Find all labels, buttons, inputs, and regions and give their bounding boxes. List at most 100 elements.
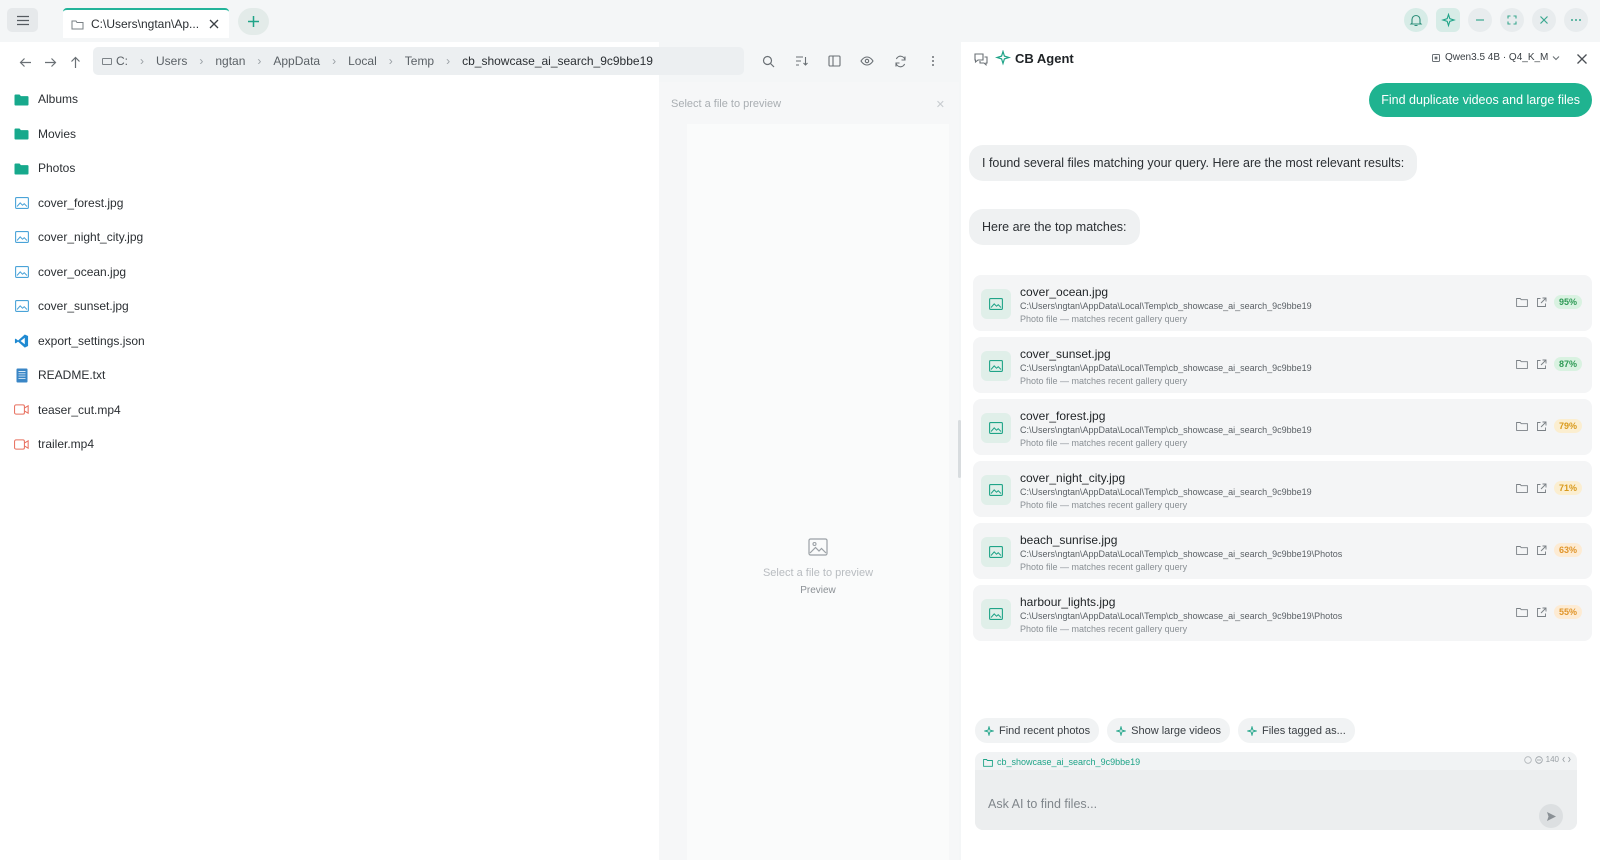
external-link-icon[interactable]	[1535, 296, 1548, 309]
ai-assistant-toggle[interactable]	[1436, 8, 1460, 32]
refresh-icon[interactable]	[892, 53, 908, 69]
sort-icon[interactable]	[793, 53, 809, 69]
file-row-cover-sunset[interactable]: cover_sunset.jpg	[0, 289, 659, 324]
file-row-export-settings[interactable]: export_settings.json	[0, 324, 659, 359]
file-name: cover_ocean.jpg	[38, 264, 127, 279]
result-description: Photo file — matches recent gallery quer…	[1020, 562, 1188, 572]
maximize-button[interactable]	[1500, 8, 1524, 32]
breadcrumb-item[interactable]: Users	[156, 54, 187, 68]
menu-button[interactable]	[7, 8, 38, 32]
suggestion-chips: Find recent photos Show large videos Fil…	[975, 718, 1355, 743]
result-name: cover_ocean.jpg	[1020, 285, 1109, 299]
chat-history-icon[interactable]	[973, 51, 989, 67]
breadcrumb-item[interactable]: Local	[348, 54, 377, 68]
up-arrow-icon[interactable]	[67, 54, 83, 70]
folder-icon	[14, 92, 29, 107]
file-name: README.txt	[38, 368, 106, 383]
result-description: Photo file — matches recent gallery quer…	[1020, 376, 1188, 386]
plus-icon	[248, 16, 259, 27]
open-folder-icon[interactable]	[1516, 606, 1529, 619]
result-card[interactable]: cover_sunset.jpg C:\Users\ngtan\AppData\…	[973, 337, 1592, 393]
result-path: C:\Users\ngtan\AppData\Local\Temp\cb_sho…	[1020, 363, 1312, 373]
file-row-photos[interactable]: Photos	[0, 151, 659, 186]
result-path: C:\Users\ngtan\AppData\Local\Temp\cb_sho…	[1020, 425, 1312, 435]
file-row-albums[interactable]: Albums	[0, 82, 659, 117]
breadcrumb-item[interactable]: Temp	[405, 54, 434, 68]
suggestion-chip[interactable]: Find recent photos	[975, 718, 1100, 743]
window-controls	[1404, 8, 1588, 32]
file-list: Albums Movies Photos cover_forest.jpg co…	[0, 82, 659, 462]
more-vertical-icon[interactable]	[925, 53, 941, 69]
file-row-movies[interactable]: Movies	[0, 117, 659, 152]
open-folder-icon[interactable]	[1516, 544, 1529, 557]
layout-panel-icon[interactable]	[826, 53, 842, 69]
result-card[interactable]: cover_forest.jpg C:\Users\ngtan\AppData\…	[973, 399, 1592, 455]
close-agent-icon[interactable]	[1574, 51, 1590, 67]
result-card[interactable]: cover_night_city.jpg C:\Users\ngtan\AppD…	[973, 461, 1592, 517]
file-row-cover-night-city[interactable]: cover_night_city.jpg	[0, 220, 659, 255]
open-folder-icon[interactable]	[1516, 358, 1529, 371]
code-icon	[1562, 756, 1571, 763]
file-name: Albums	[38, 92, 79, 107]
close-tab-icon[interactable]	[207, 17, 221, 31]
file-name: cover_night_city.jpg	[38, 230, 144, 245]
file-name: Movies	[38, 126, 77, 141]
file-row-trailer[interactable]: trailer.mp4	[0, 427, 659, 462]
file-name: cover_sunset.jpg	[38, 299, 129, 314]
result-card[interactable]: beach_sunrise.jpg C:\Users\ngtan\AppData…	[973, 523, 1592, 579]
file-name: cover_forest.jpg	[38, 195, 124, 210]
open-folder-icon[interactable]	[1516, 482, 1529, 495]
suggestion-chip[interactable]: Show large videos	[1107, 718, 1231, 743]
model-selector[interactable]: Qwen3.5 4B · Q4_K_M	[1431, 52, 1560, 63]
navigation-bar: C: › Users › ngtan › AppData › Local › T…	[0, 42, 960, 82]
result-actions: 79%	[1516, 419, 1582, 433]
breadcrumb-separator: ›	[388, 54, 393, 68]
breadcrumb[interactable]: C: › Users › ngtan › AppData › Local › T…	[93, 47, 744, 75]
token-count: 140	[1545, 755, 1559, 764]
result-card[interactable]: cover_ocean.jpg C:\Users\ngtan\AppData\L…	[973, 275, 1592, 331]
external-link-icon[interactable]	[1535, 544, 1548, 557]
maximize-icon	[1507, 15, 1517, 25]
file-row-cover-forest[interactable]: cover_forest.jpg	[0, 186, 659, 221]
breadcrumb-separator: ›	[446, 54, 451, 68]
send-button[interactable]	[1539, 804, 1563, 828]
open-folder-icon[interactable]	[1516, 420, 1529, 433]
search-results: cover_ocean.jpg C:\Users\ngtan\AppData\L…	[973, 275, 1592, 647]
result-thumbnail	[981, 475, 1011, 505]
external-link-icon[interactable]	[1535, 420, 1548, 433]
close-preview-icon[interactable]: ✕	[936, 98, 945, 111]
open-folder-icon[interactable]	[1516, 296, 1529, 309]
external-link-icon[interactable]	[1535, 482, 1548, 495]
file-row-cover-ocean[interactable]: cover_ocean.jpg	[0, 255, 659, 290]
external-link-icon[interactable]	[1535, 606, 1548, 619]
result-card[interactable]: harbour_lights.jpg C:\Users\ngtan\AppDat…	[973, 585, 1592, 641]
file-row-teaser-cut[interactable]: teaser_cut.mp4	[0, 393, 659, 428]
notifications-button[interactable]	[1404, 8, 1428, 32]
suggestion-chip[interactable]: Files tagged as...	[1238, 718, 1355, 743]
match-score-badge: 71%	[1553, 481, 1582, 495]
chat-input[interactable]	[975, 770, 1577, 830]
more-options-button[interactable]	[1564, 8, 1588, 32]
breadcrumb-item[interactable]: ngtan	[215, 54, 245, 68]
vscode-icon	[14, 333, 29, 348]
result-thumbnail	[981, 599, 1011, 629]
close-window-button[interactable]	[1532, 8, 1556, 32]
external-link-icon[interactable]	[1535, 358, 1548, 371]
new-tab-button[interactable]	[238, 8, 269, 35]
file-row-readme[interactable]: README.txt	[0, 358, 659, 393]
breadcrumb-item[interactable]: AppData	[273, 54, 320, 68]
result-name: cover_sunset.jpg	[1020, 347, 1111, 361]
back-arrow-icon[interactable]	[17, 54, 33, 70]
eye-icon[interactable]	[859, 53, 875, 69]
bell-icon	[1409, 14, 1423, 27]
token-icon	[1534, 755, 1543, 764]
match-score-badge: 55%	[1553, 605, 1582, 619]
breadcrumb-item[interactable]: C:	[116, 54, 128, 68]
minimize-icon	[1476, 19, 1484, 21]
minimize-button[interactable]	[1468, 8, 1492, 32]
context-folder[interactable]: cb_showcase_ai_search_9c9bbe19	[997, 757, 1140, 767]
search-icon[interactable]	[760, 53, 776, 69]
forward-arrow-icon[interactable]	[42, 54, 58, 70]
breadcrumb-current[interactable]: cb_showcase_ai_search_9c9bbe19	[462, 54, 653, 68]
tab-current-folder[interactable]: C:\Users\ngtan\Ap...	[63, 8, 229, 38]
